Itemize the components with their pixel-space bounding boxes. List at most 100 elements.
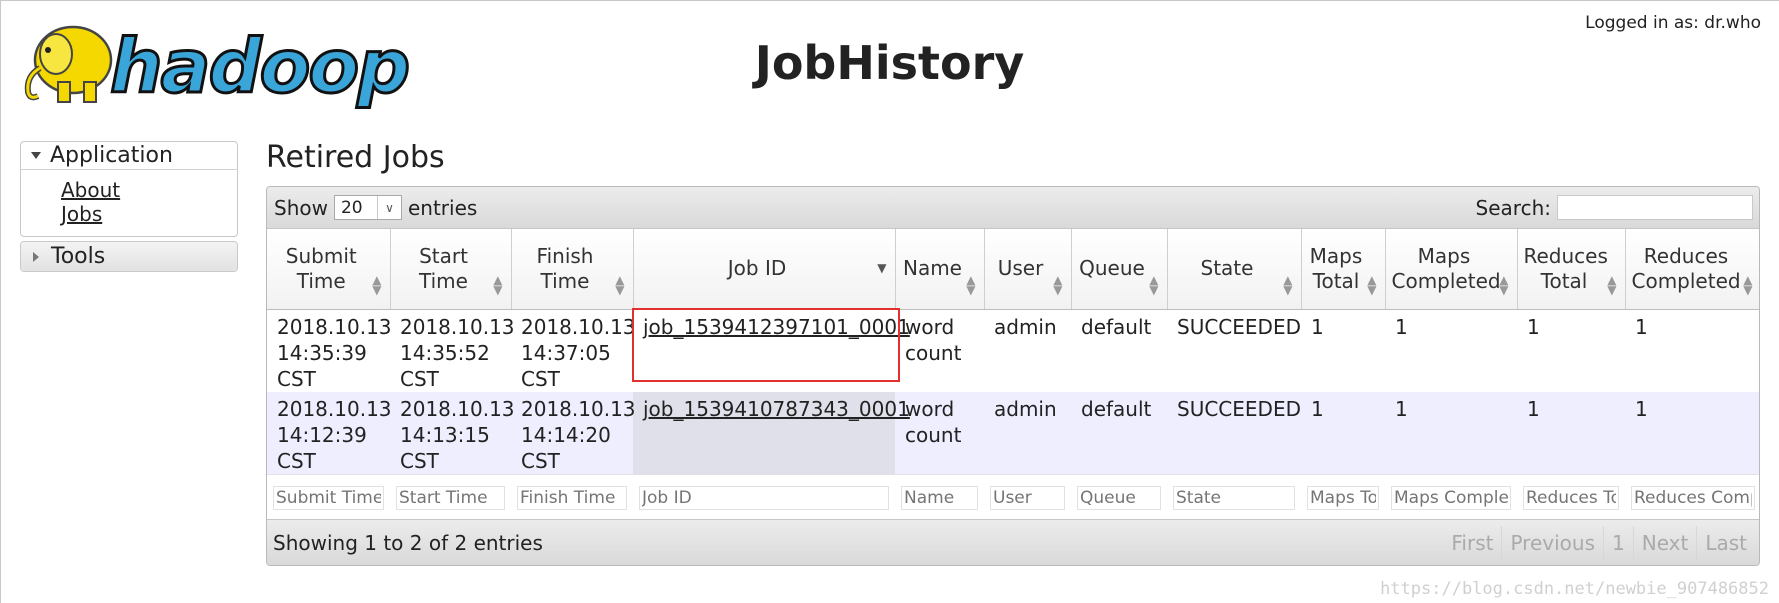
cell-queue: default bbox=[1071, 309, 1167, 392]
col-header-reduces-completed[interactable]: Reduces Completed ▲ ▼ bbox=[1625, 229, 1759, 310]
sort-icon: ▲ ▼ bbox=[372, 272, 382, 297]
pager-page-1-button[interactable]: 1 bbox=[1603, 525, 1633, 560]
table-row: 2018.10.13 14:12:39 CST 2018.10.13 14:13:15… bbox=[267, 391, 1759, 474]
sort-icon: ▲ ▼ bbox=[615, 272, 625, 297]
table-row: 2018.10.13 14:35:39 CST 2018.10.13 14:35:52… bbox=[267, 309, 1759, 392]
cell-state: SUCCEEDED bbox=[1167, 391, 1301, 474]
showing-entries-info: Showing 1 to 2 of 2 entries bbox=[273, 530, 543, 555]
sort-icon: ▲ ▼ bbox=[493, 272, 503, 297]
col-header-submit-time[interactable]: Submit Time ▲ ▼ bbox=[267, 229, 391, 310]
pagination: First Previous 1 Next Last bbox=[1443, 525, 1755, 560]
col-header-maps-completed[interactable]: Maps Completed ▲ ▼ bbox=[1385, 229, 1518, 310]
filter-start-time[interactable] bbox=[396, 485, 505, 510]
filter-reduces-total[interactable] bbox=[1523, 485, 1619, 510]
section-title: Retired Jobs bbox=[266, 140, 445, 175]
cell-maps-completed: 1 bbox=[1385, 309, 1517, 392]
col-header-finish-time[interactable]: Finish Time ▲ ▼ bbox=[511, 229, 634, 310]
sort-icon: ▲ ▼ bbox=[1149, 272, 1159, 297]
cell-submit-time: 2018.10.13 14:12:39 CST bbox=[267, 391, 392, 474]
triangle-right-icon bbox=[33, 251, 39, 262]
filter-row bbox=[267, 473, 1759, 519]
entries-per-page-select[interactable]: 20 ∨ bbox=[333, 195, 402, 220]
pager-next-button[interactable]: Next bbox=[1632, 525, 1697, 560]
filter-user[interactable] bbox=[990, 485, 1065, 510]
filter-job-id[interactable] bbox=[639, 485, 889, 510]
filter-finish-time[interactable] bbox=[517, 485, 627, 510]
cell-finish-time: 2018.10.13 14:14:20 CST bbox=[511, 391, 636, 474]
sort-icon: ▲ ▼ bbox=[1499, 272, 1509, 297]
pager-first-button[interactable]: First bbox=[1443, 526, 1501, 560]
sidebar-section-tools: Tools bbox=[20, 241, 238, 272]
sort-icon: ▲ ▼ bbox=[1283, 272, 1293, 297]
cell-start-time: 2018.10.13 14:13:15 CST bbox=[390, 391, 515, 474]
col-header-name[interactable]: Name ▲ ▼ bbox=[895, 229, 985, 310]
application-links: About Jobs bbox=[21, 170, 237, 236]
application-section-toggle[interactable]: Application bbox=[21, 142, 237, 170]
chevron-down-icon: ∨ bbox=[376, 196, 401, 219]
cell-maps-total: 1 bbox=[1301, 309, 1385, 392]
cell-finish-time: 2018.10.13 14:37:05 CST bbox=[511, 309, 636, 392]
cell-start-time: 2018.10.13 14:35:52 CST bbox=[390, 309, 515, 392]
job-id-link[interactable]: job_1539412397101_0001 bbox=[643, 315, 910, 339]
col-header-job-id[interactable]: Job ID ▼ bbox=[633, 229, 896, 310]
col-header-state[interactable]: State ▲ ▼ bbox=[1167, 229, 1302, 310]
pager-last-button[interactable]: Last bbox=[1696, 525, 1755, 560]
tools-section-toggle[interactable]: Tools bbox=[21, 242, 237, 271]
search-input[interactable] bbox=[1557, 195, 1753, 220]
cell-job-id: job_1539412397101_0001 bbox=[633, 309, 910, 392]
cell-name: word count bbox=[895, 391, 984, 474]
table-footer: Showing 1 to 2 of 2 entries First Previo… bbox=[267, 519, 1759, 565]
triangle-down-icon bbox=[31, 152, 41, 159]
filter-queue[interactable] bbox=[1077, 485, 1161, 510]
filter-maps-completed[interactable] bbox=[1391, 485, 1511, 510]
entries-select-value: 20 bbox=[340, 197, 363, 218]
jobs-table-panel: Show 20 ∨ entries Search: Submit Time ▲ ▼ … bbox=[266, 186, 1760, 566]
search-label: Search: bbox=[1475, 195, 1551, 220]
cell-user: admin bbox=[984, 309, 1071, 392]
sort-icon: ▲ ▼ bbox=[1367, 272, 1377, 297]
sidebar-nav: Application About Jobs Tools bbox=[20, 141, 238, 276]
sort-desc-icon: ▼ bbox=[877, 261, 887, 275]
sort-icon: ▲ ▼ bbox=[966, 272, 976, 297]
sort-icon: ▲ ▼ bbox=[1053, 272, 1063, 297]
entries-label: entries bbox=[407, 195, 478, 220]
sidebar-section-application: Application About Jobs bbox=[20, 141, 238, 237]
cell-name: word count bbox=[895, 309, 984, 392]
col-header-reduces-total[interactable]: Reduces Total ▲ ▼ bbox=[1517, 229, 1626, 310]
show-label: Show bbox=[274, 195, 328, 220]
filter-name[interactable] bbox=[901, 485, 978, 510]
col-header-maps-total[interactable]: Maps Total ▲ ▼ bbox=[1301, 229, 1386, 310]
cell-reduces-completed: 1 bbox=[1625, 391, 1759, 474]
job-id-link[interactable]: job_1539410787343_0001 bbox=[643, 397, 910, 421]
cell-user: admin bbox=[984, 391, 1071, 474]
cell-reduces-completed: 1 bbox=[1625, 309, 1759, 392]
cell-reduces-total: 1 bbox=[1517, 309, 1625, 392]
cell-job-id: job_1539410787343_0001 bbox=[633, 391, 910, 474]
pager-previous-button[interactable]: Previous bbox=[1501, 525, 1603, 560]
cell-maps-completed: 1 bbox=[1385, 391, 1517, 474]
application-section-label: Application bbox=[50, 143, 173, 168]
col-header-start-time[interactable]: Start Time ▲ ▼ bbox=[390, 229, 512, 310]
page-title: JobHistory bbox=[754, 36, 1025, 90]
cell-reduces-total: 1 bbox=[1517, 391, 1625, 474]
col-header-queue[interactable]: Queue ▲ ▼ bbox=[1071, 229, 1168, 310]
col-header-user[interactable]: User ▲ ▼ bbox=[984, 229, 1072, 310]
filter-maps-total[interactable] bbox=[1307, 485, 1379, 510]
cell-submit-time: 2018.10.13 14:35:39 CST bbox=[267, 309, 392, 392]
jobs-table: Submit Time ▲ ▼ Start Time ▲ ▼ Finish Time ▲ ▼… bbox=[267, 229, 1759, 519]
cell-state: SUCCEEDED bbox=[1167, 309, 1301, 392]
logged-in-status: Logged in as: dr.who bbox=[1585, 13, 1761, 33]
sort-icon: ▲ ▼ bbox=[1743, 272, 1753, 297]
sort-icon: ▲ ▼ bbox=[1607, 272, 1617, 297]
tools-section-label: Tools bbox=[51, 244, 106, 269]
table-toolbar: Show 20 ∨ entries Search: bbox=[267, 187, 1759, 229]
filter-reduces-completed[interactable] bbox=[1631, 485, 1755, 510]
filter-state[interactable] bbox=[1173, 485, 1295, 510]
cell-queue: default bbox=[1071, 391, 1167, 474]
sidebar-link-about[interactable]: About bbox=[61, 178, 237, 202]
sidebar-link-jobs[interactable]: Jobs bbox=[61, 202, 237, 226]
watermark: https://blog.csdn.net/newbie_907486852 bbox=[1380, 579, 1769, 599]
table-header-row: Submit Time ▲ ▼ Start Time ▲ ▼ Finish Time ▲ ▼… bbox=[267, 229, 1759, 310]
cell-maps-total: 1 bbox=[1301, 391, 1385, 474]
filter-submit-time[interactable] bbox=[273, 485, 384, 510]
